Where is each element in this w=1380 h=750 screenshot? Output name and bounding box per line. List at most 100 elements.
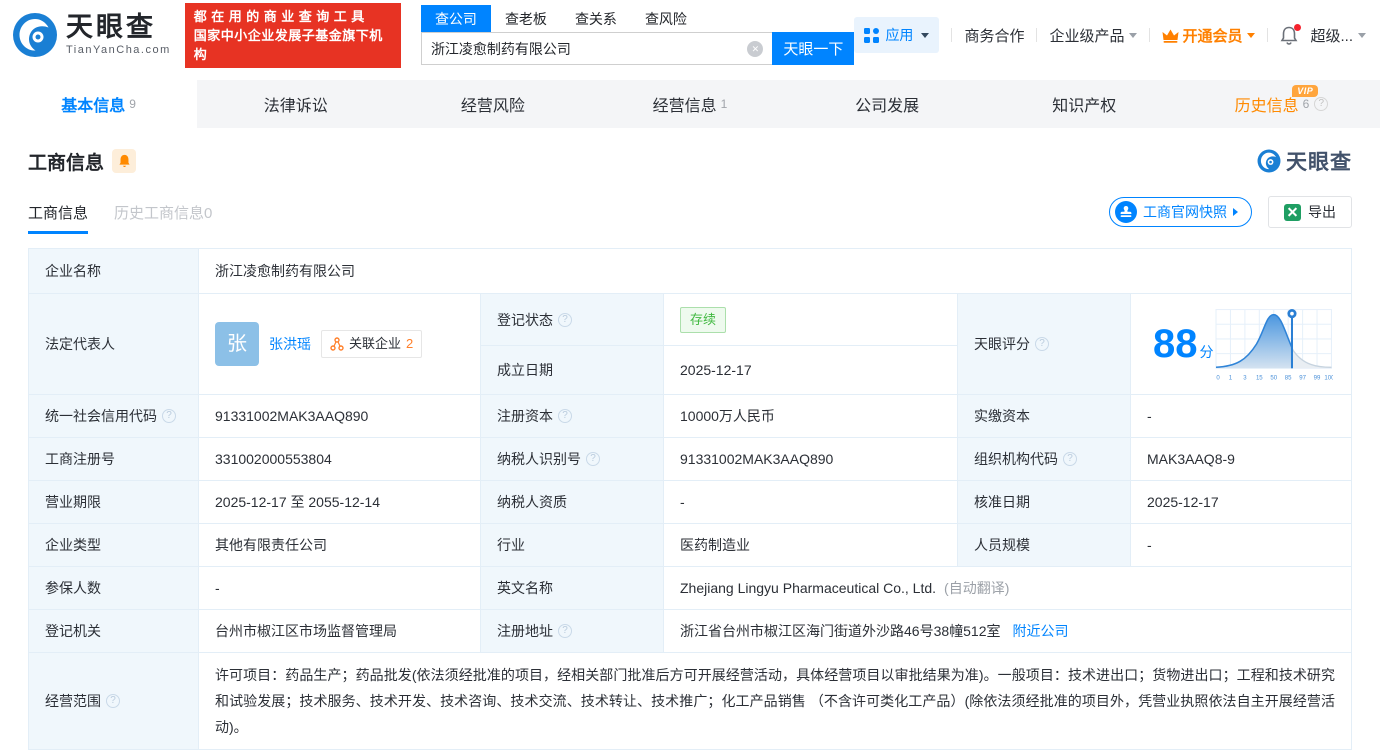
company-name-label: 企业名称 xyxy=(29,249,199,294)
divider xyxy=(1036,28,1037,42)
est-date-label: 成立日期 xyxy=(481,346,664,395)
tab-development-label: 公司发展 xyxy=(855,92,919,116)
apps-grid-icon xyxy=(864,28,879,43)
reg-capital-value: 10000万人民币 xyxy=(664,395,958,438)
help-question-icon[interactable] xyxy=(558,313,572,327)
related-companies-label: 关联企业 xyxy=(349,334,401,354)
menu-item-enterprise[interactable]: 企业级产品 xyxy=(1049,25,1137,46)
tab-company-development[interactable]: 公司发展 xyxy=(789,80,986,128)
help-question-icon[interactable] xyxy=(586,452,600,466)
svg-text:0: 0 xyxy=(1216,375,1220,381)
enterprise-label: 企业级产品 xyxy=(1049,25,1124,46)
menu-item-cooperation[interactable]: 商务合作 xyxy=(964,25,1024,46)
reg-number-label: 工商注册号 xyxy=(29,438,199,481)
insured-count-value: - xyxy=(199,567,481,610)
reg-authority-value: 台州市椒江区市场监督管理局 xyxy=(199,610,481,653)
search-tab-boss[interactable]: 查老板 xyxy=(491,5,561,32)
address-label: 注册地址 xyxy=(481,610,664,653)
taxpayer-quality-label: 纳税人资质 xyxy=(481,481,664,524)
svg-text:15: 15 xyxy=(1255,375,1262,381)
taxpayer-id-label: 纳税人识别号 xyxy=(481,438,664,481)
legal-rep-avatar[interactable]: 张 xyxy=(215,322,259,366)
help-question-icon[interactable] xyxy=(106,694,120,708)
uscc-label: 统一社会信用代码 xyxy=(29,395,199,438)
slogan-line-1: 都在用的商业查询工具 xyxy=(194,7,392,26)
est-date-value: 2025-12-17 xyxy=(664,346,958,395)
english-name-label: 英文名称 xyxy=(481,567,664,610)
tab-history-info[interactable]: VIP 历史信息 6 xyxy=(1183,80,1380,128)
subtab-history-business-info[interactable]: 历史工商信息0 xyxy=(114,202,212,234)
watermark-logo-icon xyxy=(1257,149,1281,173)
search-tab-relation[interactable]: 查关系 xyxy=(561,5,631,32)
notification-red-dot xyxy=(1294,24,1301,31)
reg-status-value: 存续 xyxy=(664,294,958,346)
apps-menu[interactable]: 应用 xyxy=(854,17,939,53)
help-question-icon[interactable] xyxy=(558,624,572,638)
help-question-icon[interactable] xyxy=(1314,97,1328,111)
search-tab-risk[interactable]: 查风险 xyxy=(631,5,701,32)
industry-label: 行业 xyxy=(481,524,664,567)
score-label: 天眼评分 xyxy=(958,294,1131,395)
auto-translate-note: (自动翻译) xyxy=(944,580,1009,596)
stamp-icon xyxy=(1115,201,1137,223)
search-tabs: 查公司 查老板 查关系 查风险 xyxy=(421,5,855,32)
chevron-right-icon xyxy=(1233,208,1238,216)
apps-menu-label: 应用 xyxy=(885,25,913,45)
official-snapshot-button[interactable]: 工商官网快照 xyxy=(1109,197,1252,227)
tab-operating-info[interactable]: 经营信息 1 xyxy=(591,80,788,128)
score-cell: 88 分 xyxy=(1131,294,1352,395)
subtab-row: 工商信息 历史工商信息0 工商官网快照 导出 xyxy=(0,176,1380,234)
svg-text:50: 50 xyxy=(1270,375,1277,381)
legal-rep-name-link[interactable]: 张洪瑶 xyxy=(269,334,311,354)
help-question-icon[interactable] xyxy=(1063,452,1077,466)
tab-operating-risk[interactable]: 经营风险 xyxy=(394,80,591,128)
business-term-label: 营业期限 xyxy=(29,481,199,524)
menu-item-vip[interactable]: 开通会员 xyxy=(1162,25,1255,46)
tianyancha-logo-icon xyxy=(12,12,58,58)
nearby-companies-link[interactable]: 附近公司 xyxy=(1013,623,1069,639)
subtab-business-info[interactable]: 工商信息 xyxy=(28,202,88,234)
reg-authority-label: 登记机关 xyxy=(29,610,199,653)
clear-search-icon[interactable]: ✕ xyxy=(747,41,763,57)
section-header: 工商信息 天眼查 xyxy=(0,128,1380,176)
watermark-logo: 天眼查 xyxy=(1257,146,1352,176)
paid-capital-value: - xyxy=(1131,395,1352,438)
tab-intellectual-property[interactable]: 知识产权 xyxy=(986,80,1183,128)
vip-label: 开通会员 xyxy=(1182,25,1242,46)
tab-basic-info-count: 9 xyxy=(129,97,136,111)
tianyancha-logo[interactable]: 天眼查 TianYanCha.com xyxy=(12,12,171,58)
tab-history-count: 6 xyxy=(1303,97,1310,111)
help-question-icon[interactable] xyxy=(558,409,572,423)
divider xyxy=(1267,28,1268,42)
tab-legal-label: 法律诉讼 xyxy=(264,92,328,116)
tab-legal-proceedings[interactable]: 法律诉讼 xyxy=(197,80,394,128)
menu-item-user[interactable]: 超级... xyxy=(1310,25,1366,46)
approval-date-value: 2025-12-17 xyxy=(1131,481,1352,524)
crown-icon xyxy=(1162,28,1179,43)
chevron-down-icon xyxy=(921,33,929,38)
logo-cn-text: 天眼查 xyxy=(66,14,171,41)
tab-basic-info[interactable]: 基本信息 9 xyxy=(0,80,197,128)
monitor-bell-button[interactable] xyxy=(112,149,136,173)
tab-history-label: 历史信息 xyxy=(1235,92,1299,116)
score-unit: 分 xyxy=(1200,342,1214,362)
address-value: 浙江省台州市椒江区海门街道外沙路46号38幢512室附近公司 xyxy=(664,610,1352,653)
export-button-label: 导出 xyxy=(1308,202,1336,222)
search-button[interactable]: 天眼一下 xyxy=(772,32,854,65)
orange-bell-icon xyxy=(118,154,131,168)
notifications-bell[interactable] xyxy=(1280,26,1298,45)
taxpayer-id-value: 91331002MAK3AAQ890 xyxy=(664,438,958,481)
chevron-down-icon xyxy=(1358,33,1366,38)
paid-capital-label: 实缴资本 xyxy=(958,395,1131,438)
help-question-icon[interactable] xyxy=(162,409,176,423)
related-companies-badge[interactable]: 关联企业 2 xyxy=(321,330,422,358)
search-tab-company[interactable]: 查公司 xyxy=(421,5,491,32)
help-question-icon[interactable] xyxy=(1035,337,1049,351)
search-input[interactable] xyxy=(431,41,748,57)
search-input-wrap: ✕ xyxy=(421,32,773,65)
legal-rep-label: 法定代表人 xyxy=(29,294,199,395)
export-button[interactable]: 导出 xyxy=(1268,196,1352,228)
score-distribution-chart: 0 1 3 15 50 85 97 99 100 xyxy=(1214,305,1334,383)
svg-text:1: 1 xyxy=(1228,375,1232,381)
staff-size-label: 人员规模 xyxy=(958,524,1131,567)
